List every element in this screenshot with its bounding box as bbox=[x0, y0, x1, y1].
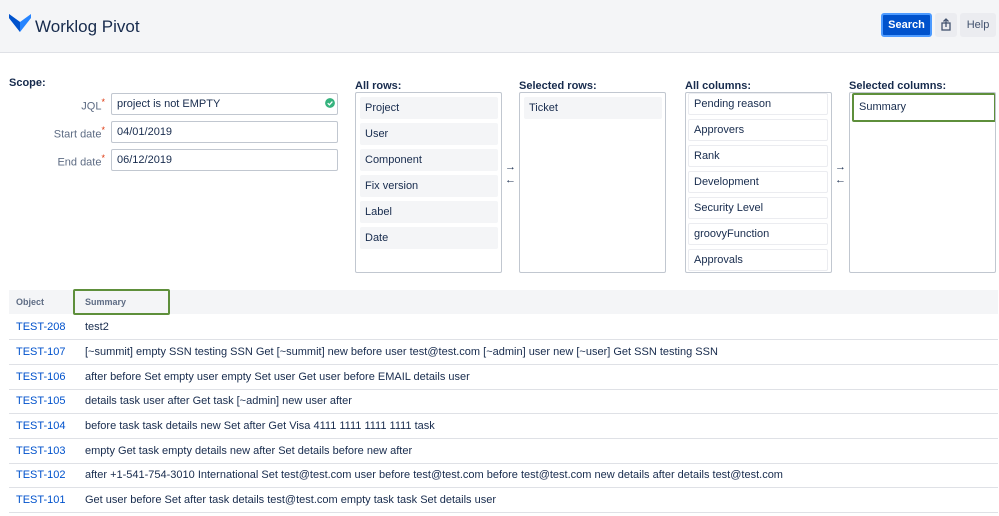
issue-summary: before task task details new Set after G… bbox=[85, 420, 435, 432]
worklog-logo-icon bbox=[9, 14, 31, 32]
all-rows-list: Project User Component Fix version Label… bbox=[355, 92, 502, 273]
move-right-columns-arrow[interactable]: → bbox=[835, 161, 846, 173]
help-button[interactable]: Help bbox=[960, 13, 996, 37]
jql-input[interactable]: project is not EMPTY bbox=[111, 93, 338, 115]
all-columns-item[interactable]: groovyFunction bbox=[688, 223, 828, 245]
end-date-label: End date* bbox=[57, 153, 105, 169]
app-title: Worklog Pivot bbox=[35, 17, 140, 36]
issue-summary: empty Get task empty details new after S… bbox=[85, 445, 413, 457]
issue-summary: test2 bbox=[85, 321, 109, 333]
issue-summary: after +1-541-754-3010 International Set … bbox=[85, 469, 783, 481]
issue-summary: [~summit] empty SSN testing SSN Get [~su… bbox=[85, 346, 718, 358]
table-row: TEST-104 before task task details new Se… bbox=[9, 414, 998, 439]
selected-rows-item[interactable]: Ticket bbox=[524, 97, 662, 119]
selected-columns-item[interactable]: Summary bbox=[852, 93, 995, 122]
issue-summary: Get user before Set after task details t… bbox=[85, 494, 497, 506]
search-button[interactable]: Search bbox=[881, 13, 932, 37]
issue-key-link[interactable]: TEST-107 bbox=[16, 346, 66, 358]
issue-key-link[interactable]: TEST-208 bbox=[16, 321, 66, 333]
end-date-input[interactable]: 06/12/2019 bbox=[111, 149, 338, 171]
issue-key-link[interactable]: TEST-101 bbox=[16, 494, 66, 506]
scope-title: Scope: bbox=[9, 77, 46, 89]
all-columns-item[interactable]: Approvers bbox=[688, 119, 828, 141]
issue-summary: details task user after Get task [~admin… bbox=[85, 395, 352, 407]
issue-key-link[interactable]: TEST-104 bbox=[16, 420, 66, 432]
table-row: TEST-208 test2 bbox=[9, 315, 998, 340]
all-rows-item[interactable]: Date bbox=[360, 227, 498, 249]
summary-header-highlight bbox=[73, 289, 170, 315]
all-rows-item[interactable]: Fix version bbox=[360, 175, 498, 197]
start-date-input[interactable]: 04/01/2019 bbox=[111, 121, 338, 143]
all-rows-item[interactable]: Component bbox=[360, 149, 498, 171]
all-rows-item[interactable]: User bbox=[360, 123, 498, 145]
all-columns-item[interactable]: Pending reason bbox=[688, 93, 828, 115]
move-left-columns-arrow[interactable]: ← bbox=[835, 174, 846, 186]
all-columns-item[interactable]: Security Level bbox=[688, 197, 828, 219]
all-columns-item[interactable]: Development bbox=[688, 171, 828, 193]
issue-key-link[interactable]: TEST-105 bbox=[16, 395, 66, 407]
end-label-wrap: End date* bbox=[0, 153, 105, 169]
selected-rows-title: Selected rows: bbox=[519, 80, 597, 92]
selected-columns-title: Selected columns: bbox=[849, 80, 947, 92]
share-button[interactable] bbox=[935, 13, 957, 37]
all-rows-item[interactable]: Project bbox=[360, 97, 498, 119]
table-row: TEST-106 after before Set empty user emp… bbox=[9, 365, 998, 390]
share-icon bbox=[941, 18, 951, 31]
table-row: TEST-107 [~summit] empty SSN testing SSN… bbox=[9, 340, 998, 365]
issue-key-link[interactable]: TEST-103 bbox=[16, 445, 66, 457]
move-left-rows-arrow[interactable]: ← bbox=[505, 174, 516, 186]
all-columns-title: All columns: bbox=[685, 80, 752, 92]
move-right-rows-arrow[interactable]: → bbox=[505, 161, 516, 173]
table-row: TEST-103 empty Get task empty details ne… bbox=[9, 439, 998, 464]
selected-rows-list: Ticket bbox=[519, 92, 666, 273]
start-label-wrap: Start date* bbox=[0, 125, 105, 141]
all-columns-list: Pending reason Approvers Rank Developmen… bbox=[685, 92, 832, 273]
column-header-object[interactable]: Object bbox=[16, 297, 44, 307]
all-columns-item[interactable]: Rank bbox=[688, 145, 828, 167]
check-icon bbox=[325, 98, 335, 108]
jql-label-wrap: JQL* bbox=[0, 97, 105, 113]
issue-summary: after before Set empty user empty Set us… bbox=[85, 371, 470, 383]
table-row: TEST-105 details task user after Get tas… bbox=[9, 389, 998, 414]
all-rows-title: All rows: bbox=[355, 80, 402, 92]
issue-key-link[interactable]: TEST-106 bbox=[16, 371, 66, 383]
table-row: TEST-102 after +1-541-754-3010 Internati… bbox=[9, 463, 998, 488]
table-row: TEST-101 Get user before Set after task … bbox=[9, 488, 998, 513]
app-header: Worklog Pivot Search Help bbox=[0, 0, 999, 53]
start-date-label: Start date* bbox=[53, 125, 105, 141]
selected-columns-list: Summary bbox=[849, 92, 996, 273]
all-rows-item[interactable]: Label bbox=[360, 201, 498, 223]
issue-key-link[interactable]: TEST-102 bbox=[16, 469, 66, 481]
jql-label: JQL* bbox=[81, 97, 105, 113]
all-columns-item[interactable]: Approvals bbox=[688, 249, 828, 271]
